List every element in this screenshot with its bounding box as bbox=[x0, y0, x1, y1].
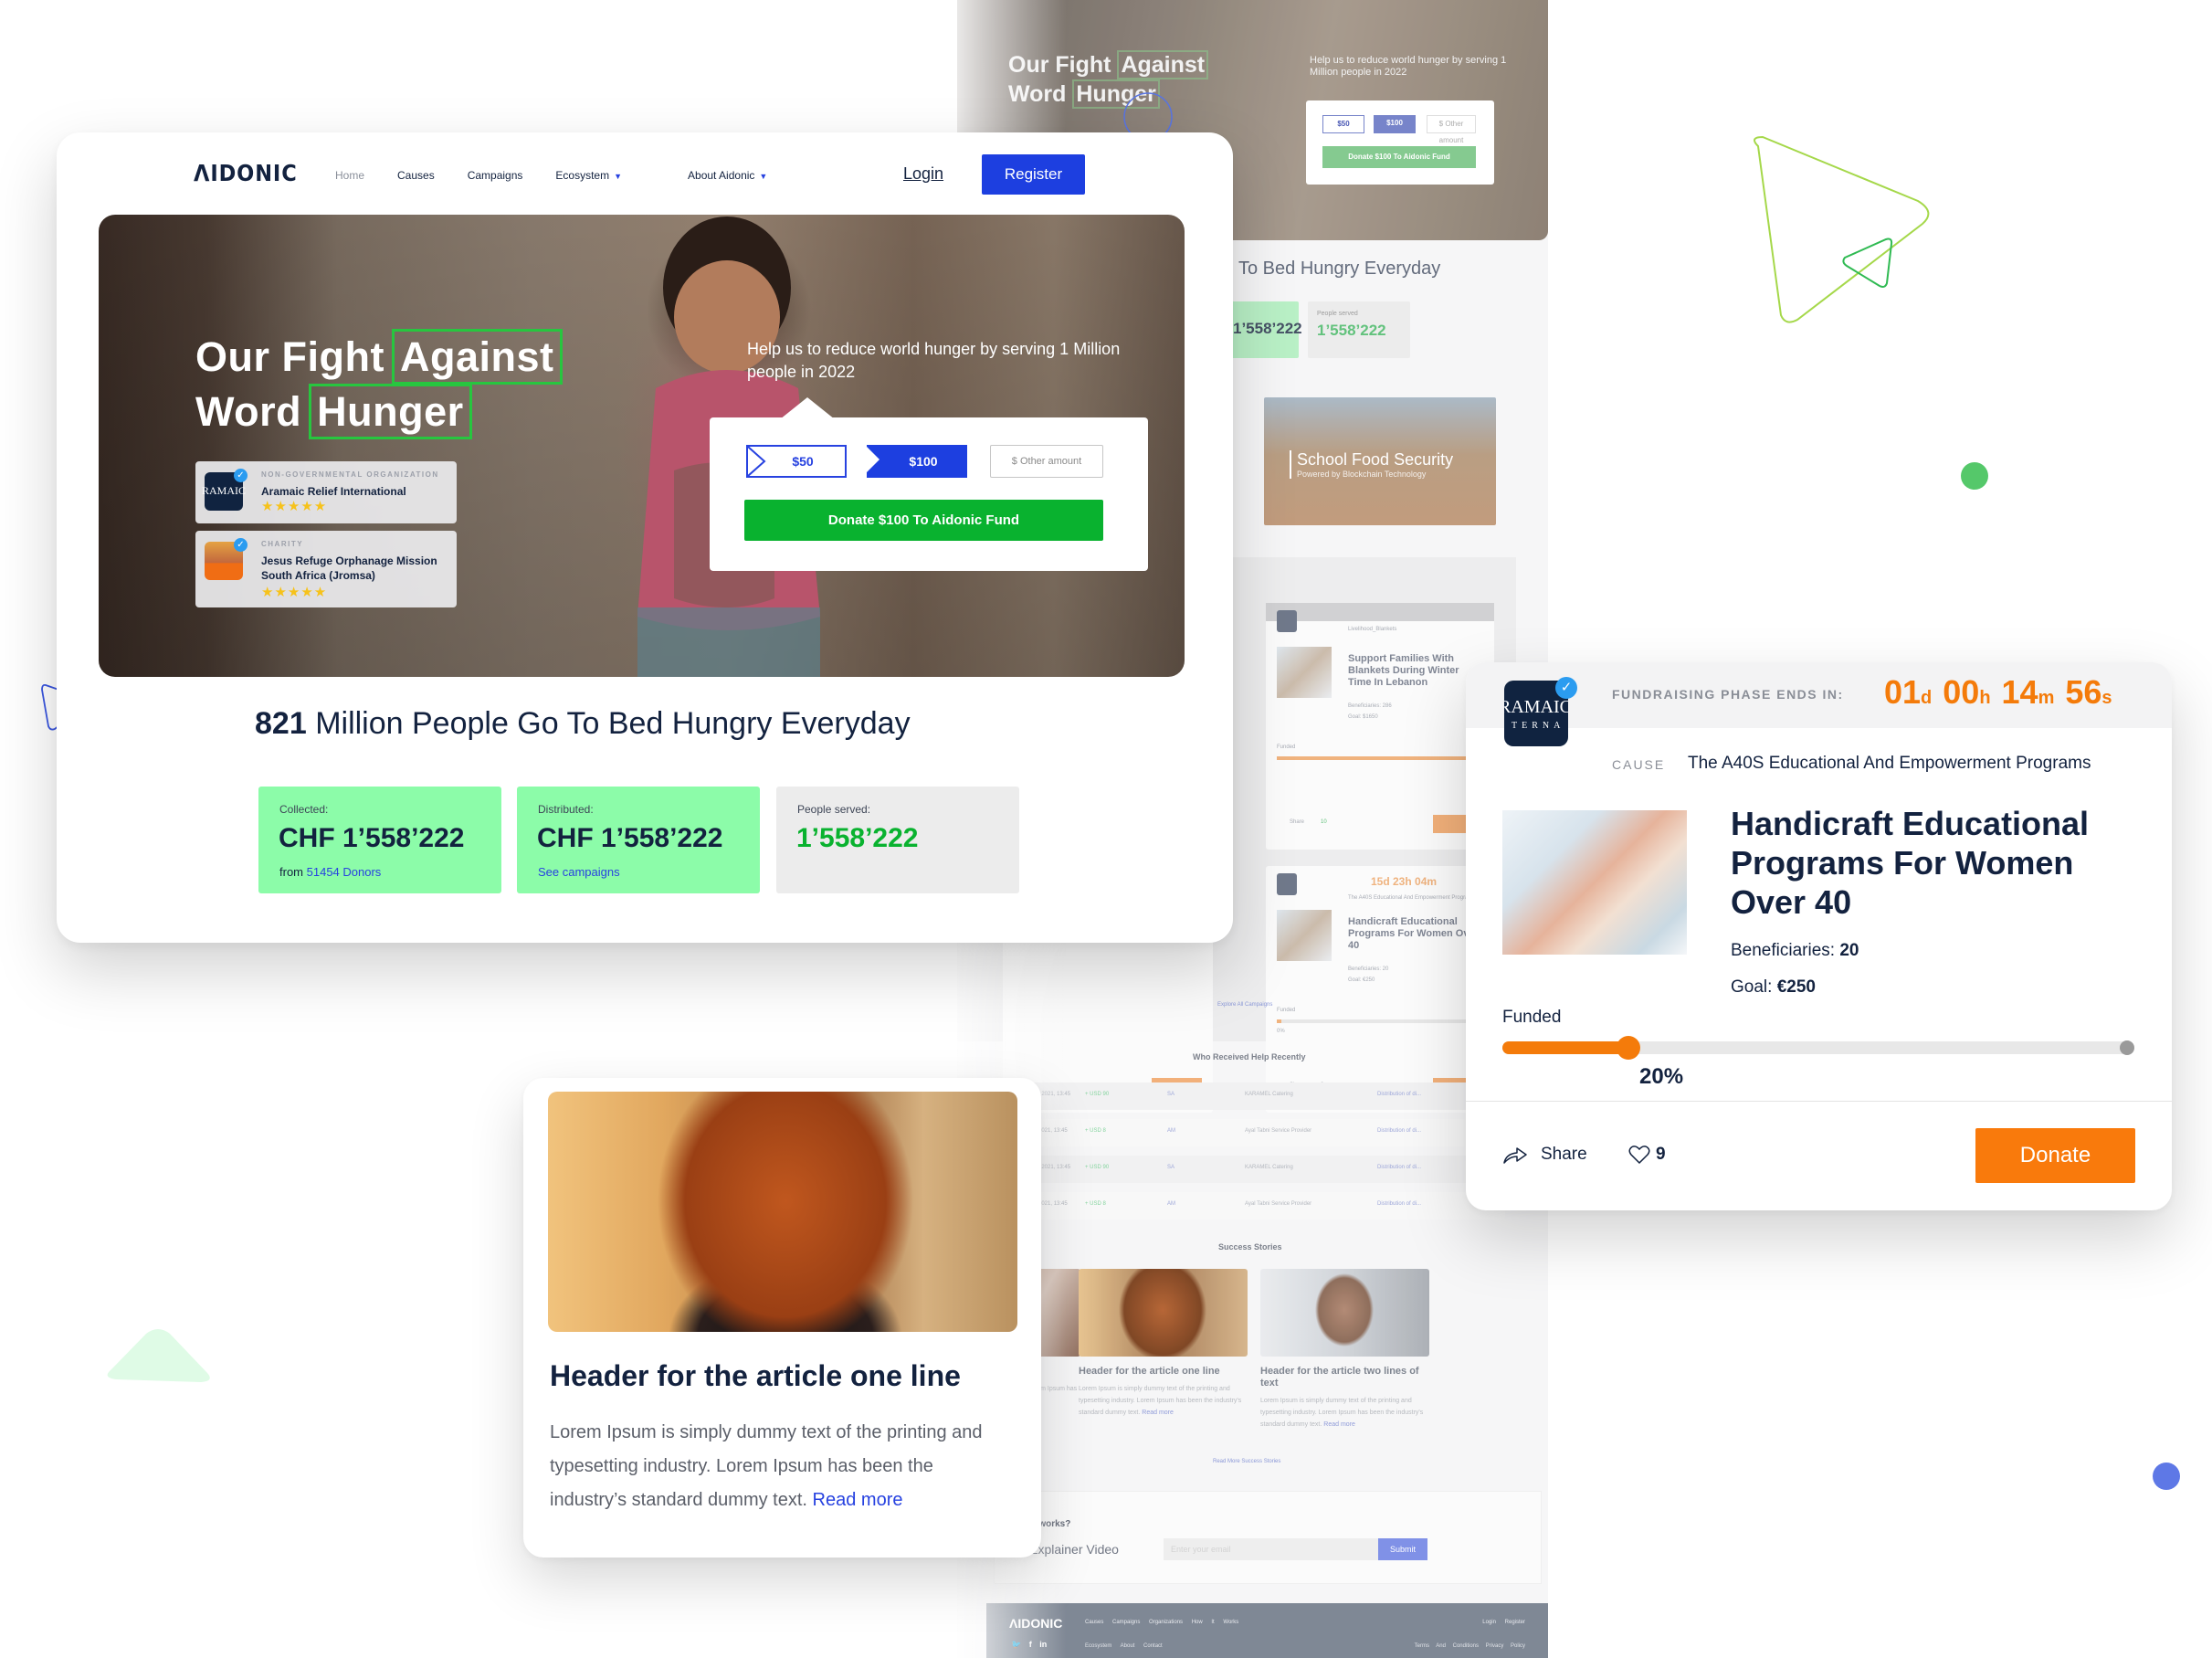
register-button[interactable]: Register bbox=[982, 154, 1085, 195]
other-amount-input[interactable]: $ Other amount bbox=[990, 445, 1103, 478]
stat-collected: Collected: CHF 1’558’222 from 51454 Dono… bbox=[258, 787, 501, 893]
progress-fill bbox=[1502, 1041, 1628, 1054]
verified-badge-icon: ✓ bbox=[234, 469, 248, 482]
chevron-down-icon: ▼ bbox=[614, 172, 623, 181]
hero-title: Our Fight Against Word Hunger bbox=[195, 329, 563, 439]
filled-triangle-mint-icon bbox=[107, 1329, 210, 1382]
divider bbox=[1466, 1101, 2172, 1102]
read-more-link[interactable]: Read more bbox=[813, 1490, 903, 1510]
hero-banner: Our Fight Against Word Hunger RAMAIC ✓ N… bbox=[99, 215, 1185, 677]
amount-100-button[interactable]: $100 bbox=[865, 445, 967, 478]
article-image bbox=[548, 1092, 1017, 1332]
funded-label: Funded bbox=[1502, 1008, 1562, 1027]
article-body: Lorem Ipsum is simply dummy text of the … bbox=[550, 1422, 983, 1510]
campaign-image bbox=[1502, 810, 1687, 955]
stat-distributed: Distributed: CHF 1’558’222 See campaigns bbox=[517, 787, 760, 893]
verified-badge-icon: ✓ bbox=[234, 538, 248, 552]
green-dot-icon bbox=[1961, 462, 1988, 490]
login-link[interactable]: Login bbox=[903, 164, 943, 184]
rating-stars-icon: ★★★★★ bbox=[261, 499, 328, 514]
donors-link[interactable]: 51454 Donors bbox=[307, 865, 382, 879]
nav-about[interactable]: About Aidonic ▼ bbox=[688, 169, 800, 182]
funded-percent: 20% bbox=[1639, 1064, 1684, 1089]
see-campaigns-link[interactable]: See campaigns bbox=[538, 865, 620, 879]
article-title: Header for the article one line bbox=[550, 1359, 961, 1392]
progress-end-dot bbox=[2120, 1040, 2134, 1055]
org-card[interactable]: RAMAIC ✓ NON-GOVERNMENTAL ORGANIZATION A… bbox=[195, 461, 457, 523]
progress-knob bbox=[1617, 1036, 1640, 1060]
nav-ecosystem[interactable]: Ecosystem ▼ bbox=[555, 169, 655, 182]
landing-page-card: ΛIDONIC Home Causes Campaigns Ecosystem ▼… bbox=[57, 132, 1233, 943]
verified-badge-icon: ✓ bbox=[1555, 677, 1577, 699]
amount-50-button[interactable]: $50 bbox=[746, 445, 847, 478]
highlight-box: Hunger bbox=[309, 384, 472, 439]
phase-label: FUNDRAISING PHASE ENDS IN: bbox=[1612, 687, 1844, 702]
share-button[interactable]: Share bbox=[1502, 1145, 1587, 1165]
cause-name[interactable]: The A40S Educational And Empowerment Pro… bbox=[1688, 754, 2091, 774]
nav-causes[interactable]: Causes bbox=[397, 169, 435, 182]
blue-dot-icon bbox=[2153, 1463, 2180, 1490]
article-card[interactable]: Header for the article one line Lorem Ip… bbox=[523, 1078, 1041, 1558]
ribbon-notch-icon bbox=[748, 447, 766, 476]
nav-campaigns[interactable]: Campaigns bbox=[468, 169, 523, 182]
goal: Goal: €250 bbox=[1731, 977, 1816, 997]
hungry-headline: 821 Million People Go To Bed Hungry Ever… bbox=[255, 706, 911, 741]
donate-fund-button[interactable]: Donate $100 To Aidonic Fund bbox=[744, 500, 1103, 541]
campaign-card: RAMAIC TERNA ✓ FUNDRAISING PHASE ENDS IN… bbox=[1466, 662, 2172, 1210]
donate-panel: $50 $100 $ Other amount Donate $100 To A… bbox=[710, 417, 1148, 571]
heart-icon bbox=[1628, 1146, 1650, 1165]
main-nav: Home Causes Campaigns Ecosystem ▼ About A… bbox=[335, 169, 833, 182]
outline-triangle-large-icon bbox=[1754, 135, 1930, 323]
stat-people-served: People served: 1’558’222 bbox=[776, 787, 1019, 893]
highlight-box: Against bbox=[391, 329, 563, 385]
like-button[interactable]: 9 bbox=[1628, 1145, 1666, 1165]
countdown-timer: 01d 00h 14m 56s bbox=[1884, 673, 2112, 711]
share-icon bbox=[1503, 1147, 1527, 1164]
nav-home[interactable]: Home bbox=[335, 169, 364, 182]
org-card[interactable]: ✓ CHARITY Jesus Refuge Orphanage Mission… bbox=[195, 531, 457, 607]
chevron-down-icon: ▼ bbox=[759, 172, 768, 181]
aidonic-logo[interactable]: ΛIDONIC bbox=[194, 160, 298, 186]
campaign-title[interactable]: Handicraft Educational Programs For Wome… bbox=[1731, 804, 2151, 922]
hero-subtitle: Help us to reduce world hunger by servin… bbox=[747, 340, 1121, 381]
donate-button[interactable]: Donate bbox=[1975, 1128, 2135, 1183]
cause-label: CAUSE bbox=[1612, 757, 1666, 772]
beneficiaries: Beneficiaries: 20 bbox=[1731, 941, 1859, 960]
rating-stars-icon: ★★★★★ bbox=[261, 585, 328, 600]
funded-progress-bar bbox=[1502, 1036, 2134, 1060]
